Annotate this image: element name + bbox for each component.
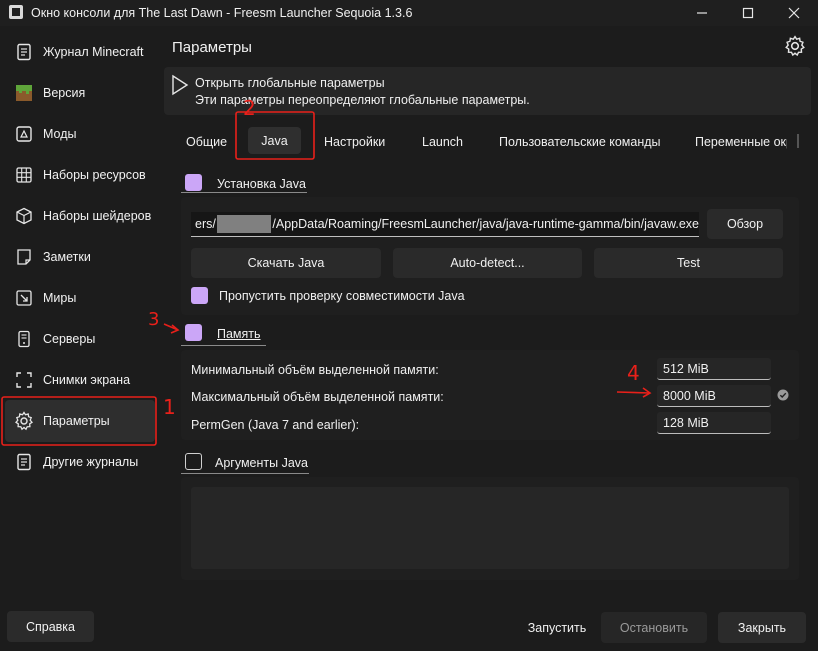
annotation-3: 3 <box>148 309 160 330</box>
annotation-box-settings <box>1 396 157 446</box>
annotation-2: 2 <box>243 96 256 120</box>
annotation-overlay <box>1 111 652 446</box>
annotation-arrow-4 <box>616 391 651 394</box>
annotation-4: 4 <box>627 361 640 385</box>
annotation-1: 1 <box>163 395 176 419</box>
